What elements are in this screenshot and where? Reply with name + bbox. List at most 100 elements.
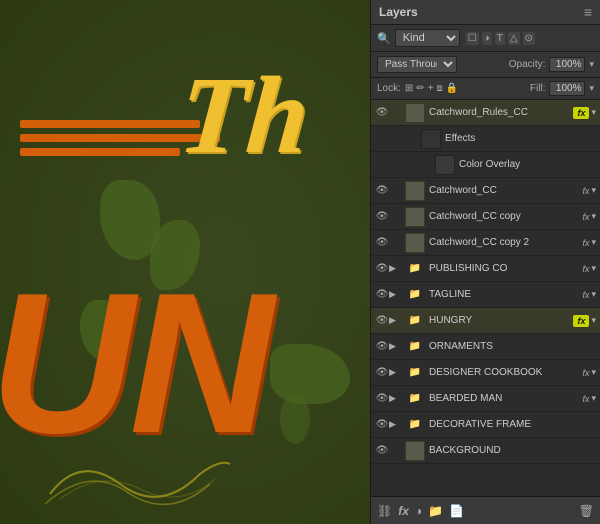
panel-title: Layers (379, 5, 418, 19)
lock-all-icon[interactable]: 🔒 (446, 83, 458, 94)
layer-fx-label[interactable]: fx (582, 290, 589, 300)
smart-icon[interactable]: ⊙ (523, 32, 535, 45)
fill-label: Fill: (530, 83, 546, 94)
layer-fx-arrow[interactable]: ▾ (591, 237, 596, 248)
canvas-un-text: UN (0, 264, 269, 464)
blend-mode-select[interactable]: Pass Through Normal Multiply Screen (377, 56, 457, 73)
layer-fx-label[interactable]: fx (582, 394, 589, 404)
visibility-toggle[interactable]: 👁 (375, 185, 389, 196)
layer-thumbnail (421, 129, 441, 149)
visibility-toggle[interactable]: 👁 (375, 107, 389, 118)
layer-fx-label[interactable]: fx (582, 238, 589, 248)
kind-select[interactable]: Kind (395, 29, 460, 47)
visibility-toggle[interactable]: 👁 (375, 263, 389, 274)
layer-fx-label[interactable]: fx (582, 212, 589, 222)
layer-fx-arrow[interactable]: ▾ (591, 367, 596, 378)
layer-fx-arrow[interactable]: ▾ (591, 107, 596, 118)
shape-icon[interactable]: △ (508, 32, 520, 45)
fill-input[interactable] (549, 81, 585, 96)
layer-name-label: TAGLINE (429, 289, 582, 300)
layers-list[interactable]: 👁Catchword_Rules_CCfx▾Effects Color Overl… (371, 100, 600, 496)
layer-row[interactable]: 👁▶📁ORNAMENTS (371, 334, 600, 360)
lock-draw-icon[interactable]: ✏ (416, 83, 424, 94)
visibility-toggle[interactable]: 👁 (375, 393, 389, 404)
layer-row[interactable]: 👁▶📁PUBLISHING COfx▾ (371, 256, 600, 282)
layer-row[interactable]: 👁▶📁HUNGRYfx▾ (371, 308, 600, 334)
pixel-icon[interactable]: ☐ (466, 32, 479, 45)
layer-name-label: DESIGNER COOKBOOK (429, 367, 582, 378)
type-icon[interactable]: T (495, 32, 505, 45)
layer-row[interactable]: 👁▶ 📁 BEARDED MANfx▾ (371, 386, 600, 412)
layer-expand-arrow[interactable]: ▶ (389, 341, 399, 352)
layer-fx-arrow[interactable]: ▾ (591, 263, 596, 274)
delete-layer-icon[interactable]: 🗑 (579, 504, 594, 518)
layer-name-label: PUBLISHING CO (429, 263, 582, 274)
layer-row[interactable]: 👁Catchword_CC copy 2fx▾ (371, 230, 600, 256)
layer-fx-label[interactable]: fx (582, 368, 589, 378)
lock-position-icon[interactable]: + (428, 83, 434, 94)
layer-row[interactable]: 👁BACKGROUND (371, 438, 600, 464)
orange-line-1 (20, 120, 200, 128)
fill-arrow[interactable]: ▾ (589, 83, 594, 94)
layer-expand-arrow[interactable]: ▶ (389, 289, 399, 300)
visibility-toggle[interactable]: 👁 (375, 289, 389, 300)
layer-fx-arrow[interactable]: ▾ (591, 289, 596, 300)
layer-fx-label[interactable]: fx (582, 264, 589, 274)
visibility-toggle[interactable]: 👁 (375, 211, 389, 222)
layer-expand-arrow[interactable]: ▶ (389, 315, 399, 326)
layer-fx-label[interactable]: fx (573, 107, 589, 119)
layer-thumbnail (405, 207, 425, 227)
layer-name-label: BEARDED MAN (429, 393, 582, 404)
layer-row[interactable]: 👁▶ 📁 TAGLINEfx▾ (371, 282, 600, 308)
panel-header: Layers ≡ (371, 0, 600, 25)
layer-thumbnail: 📁 (405, 389, 425, 409)
orange-line-3 (20, 148, 180, 156)
link-icon[interactable]: ⛓ (377, 504, 392, 518)
visibility-toggle[interactable]: 👁 (375, 367, 389, 378)
swirl-decoration (40, 444, 240, 514)
opacity-arrow[interactable]: ▾ (589, 59, 594, 70)
lock-pixel-icon[interactable]: ⊞ (405, 83, 413, 94)
panel-menu-icon[interactable]: ≡ (584, 4, 592, 20)
fx-footer-icon[interactable]: fx (398, 504, 409, 518)
layer-row[interactable]: Color Overlay (371, 152, 600, 178)
layer-expand-arrow[interactable]: ▶ (389, 263, 399, 274)
visibility-toggle[interactable]: 👁 (375, 315, 389, 326)
layer-row[interactable]: 👁▶📁DECORATIVE FRAME (371, 412, 600, 438)
lock-art-icon[interactable]: ⧈ (437, 83, 443, 94)
layer-expand-arrow[interactable]: ▶ (389, 419, 399, 430)
panel-footer: ⛓ fx ◑ 📁 📄 🗑 (371, 496, 600, 524)
layer-row[interactable]: Effects (371, 126, 600, 152)
layer-fx-arrow[interactable]: ▾ (591, 393, 596, 404)
layer-row[interactable]: 👁▶📁DESIGNER COOKBOOKfx▾ (371, 360, 600, 386)
layer-fx-arrow[interactable]: ▾ (591, 211, 596, 222)
layer-name-label: Color Overlay (459, 159, 596, 170)
opacity-label: Opacity: (509, 59, 546, 70)
layer-fx-label[interactable]: fx (573, 315, 589, 327)
folder-footer-icon[interactable]: 📁 (428, 504, 443, 518)
search-icon: 🔍 (377, 32, 391, 45)
layer-row[interactable]: 👁Catchword_Rules_CCfx▾ (371, 100, 600, 126)
layer-name-label: Catchword_CC copy (429, 211, 582, 222)
layer-fx-label[interactable]: fx (582, 186, 589, 196)
adjust-footer-icon[interactable]: ◑ (415, 504, 422, 518)
layer-row[interactable]: 👁Catchword_CCfx▾ (371, 178, 600, 204)
visibility-toggle[interactable]: 👁 (375, 419, 389, 430)
new-layer-icon[interactable]: 📄 (449, 504, 464, 518)
visibility-toggle[interactable]: 👁 (375, 445, 389, 456)
adjust-icon[interactable]: ◑ (482, 32, 492, 45)
visibility-toggle[interactable]: 👁 (375, 341, 389, 352)
lock-row: Lock: ⊞ ✏ + ⧈ 🔒 Fill: ▾ (371, 78, 600, 100)
opacity-input[interactable] (549, 57, 585, 72)
layer-fx-arrow[interactable]: ▾ (591, 185, 596, 196)
layer-thumbnail (405, 441, 425, 461)
layer-name-label: HUNGRY (429, 315, 573, 326)
layer-expand-arrow[interactable]: ▶ (389, 393, 399, 404)
visibility-toggle[interactable]: 👁 (375, 237, 389, 248)
layer-fx-arrow[interactable]: ▾ (591, 315, 596, 326)
layers-panel: Layers ≡ 🔍 Kind ☐ ◑ T △ ⊙ Pass Through N… (370, 0, 600, 524)
layer-row[interactable]: 👁 Catchword_CC copyfx▾ (371, 204, 600, 230)
layer-thumbnail: 📁 (405, 285, 425, 305)
layer-expand-arrow[interactable]: ▶ (389, 367, 399, 378)
layer-thumbnail (405, 233, 425, 253)
